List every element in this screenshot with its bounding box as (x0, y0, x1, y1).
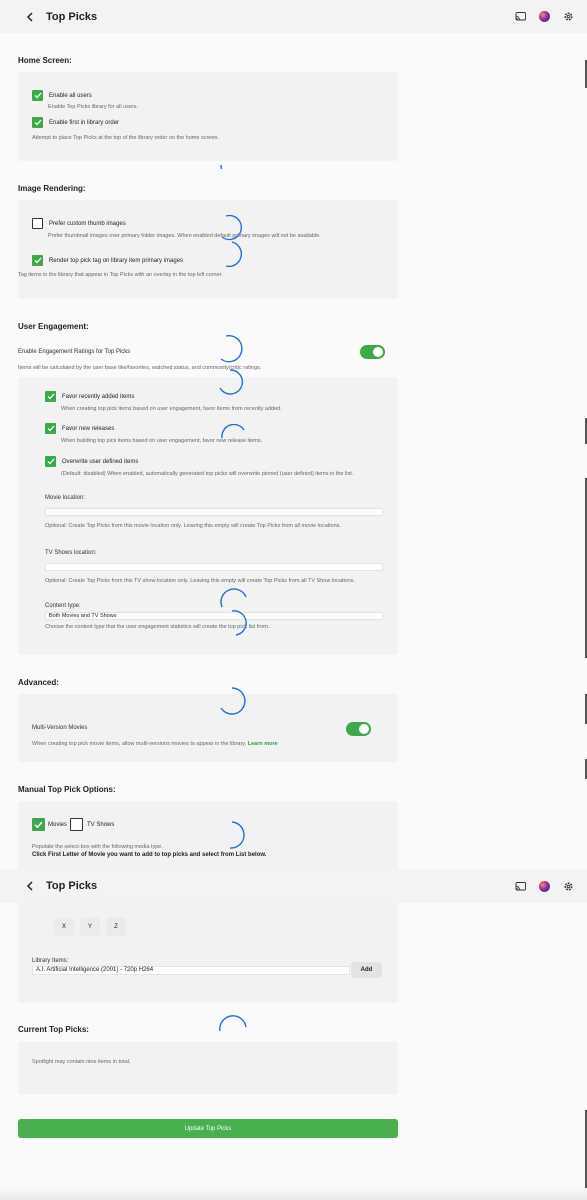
media-type-row: Movies TV Shows (32, 818, 114, 831)
home-screen-note: Attempt to place Top Picks at the top of… (32, 135, 219, 141)
tv-location-input[interactable] (45, 563, 383, 571)
letter-instruction: Click First Letter of Movie you want to … (32, 852, 267, 858)
content-type-label: Content type: (45, 603, 81, 609)
current-top-picks-title: Current Top Picks: (18, 1025, 89, 1034)
settings-gear-icon[interactable] (562, 880, 574, 892)
favor-new-checkbox[interactable] (45, 423, 56, 434)
tv-location-label: TV Shows location: (45, 550, 97, 556)
enable-all-users-label: Enable all users (49, 92, 92, 99)
favor-new-label: Favor new releases (62, 425, 115, 432)
learn-more-link[interactable]: Learn more (248, 741, 278, 747)
user-avatar-icon[interactable] (538, 11, 550, 23)
back-arrow-icon[interactable] (24, 880, 36, 892)
page-title: Top Picks (46, 10, 98, 23)
enable-first-checkbox[interactable] (32, 117, 43, 128)
top-bar-overlay: Top Picks (0, 869, 587, 903)
library-items-select[interactable]: A.I. Artificial Intelligence (2001) - 72… (32, 966, 350, 975)
movie-location-label: Movie location: (45, 495, 86, 501)
cast-icon[interactable] (514, 880, 526, 892)
content-type-desc: Choose the content type that the user en… (45, 624, 270, 630)
library-items-label: Library Items: (32, 958, 69, 964)
multi-version-desc-row: When creating top pick movie items, allo… (32, 740, 278, 748)
loading-spinner-icon (219, 1015, 247, 1032)
favor-recent-checkbox[interactable] (45, 391, 56, 402)
letter-button-z[interactable]: Z (106, 918, 126, 936)
cast-icon[interactable] (514, 11, 526, 23)
image-rendering-note: Tag items in the library that appear in … (18, 272, 223, 278)
overwrite-row[interactable]: Overwrite user defined items (45, 456, 138, 467)
user-engagement-card: Favor recently added items When creating… (18, 377, 398, 655)
user-engagement-title: User Engagement: (18, 322, 89, 331)
engagement-toggle-label: Enable Engagement Ratings for Top Picks (18, 349, 131, 355)
enable-first-row[interactable]: Enable first in library order (32, 117, 119, 128)
favor-recent-label: Favor recently added items (62, 393, 135, 400)
home-screen-card: Enable all users Enable Top Picks librar… (18, 72, 398, 161)
current-top-picks-card: Spotlight may contain nine items in tota… (18, 1042, 398, 1094)
engagement-toggle-desc: Items will be calculated by the user bas… (18, 365, 262, 371)
home-screen-title: Home Screen: (18, 56, 72, 65)
tv-shows-label: TV Shows (87, 821, 115, 828)
populate-desc: Populate the select-box with the followi… (32, 844, 163, 850)
prefer-custom-label: Prefer custom thumb images (49, 220, 126, 227)
favor-new-row[interactable]: Favor new releases (45, 423, 114, 434)
enable-all-users-checkbox[interactable] (32, 90, 43, 101)
render-tag-checkbox[interactable] (32, 255, 43, 266)
tv-shows-checkbox[interactable] (70, 818, 84, 831)
enable-all-users-desc: Enable Top Picks library for all users. (48, 104, 139, 110)
multi-version-desc: When creating top pick movie items, allo… (32, 741, 247, 747)
loading-spinner-icon (220, 334, 243, 363)
multi-version-toggle[interactable] (346, 722, 371, 736)
page-title: Top Picks (46, 880, 98, 892)
top-bar: Top Picks (0, 0, 587, 33)
image-rendering-title: Image Rendering: (18, 184, 86, 193)
advanced-title: Advanced: (18, 678, 59, 687)
update-top-picks-button[interactable]: Update Top Picks (18, 1119, 398, 1138)
advanced-card: Multi-Version Movies When creating top p… (18, 694, 398, 762)
prefer-custom-desc: Prefer thumbnail images over primary fol… (48, 233, 321, 239)
movies-label: Movies (48, 821, 68, 828)
enable-first-label: Enable first in library order (49, 119, 120, 126)
favor-recent-row[interactable]: Favor recently added items (45, 391, 134, 402)
overwrite-label: Overwrite user defined items (62, 458, 139, 465)
current-top-picks-note: Spotlight may contain nine items in tota… (32, 1059, 131, 1065)
user-avatar-icon[interactable] (538, 880, 550, 892)
movies-checkbox[interactable] (32, 818, 45, 831)
overwrite-desc: (Default: disabled) When enabled, automa… (61, 471, 354, 477)
letter-button-y[interactable]: Y (80, 918, 100, 936)
render-tag-row[interactable]: Render top pick tag on library item prim… (32, 255, 183, 266)
add-button[interactable]: Add (351, 962, 382, 978)
image-rendering-card: Prefer custom thumb images Prefer thumbn… (18, 200, 398, 299)
content-type-select[interactable]: Both Movies and TV Shows (45, 612, 383, 620)
multi-version-label: Multi-Version Movies (32, 725, 88, 731)
bottom-edge (0, 1188, 587, 1200)
enable-all-users-row[interactable]: Enable all users (32, 90, 92, 101)
back-arrow-icon[interactable] (24, 11, 36, 23)
overwrite-checkbox[interactable] (45, 456, 56, 467)
settings-gear-icon[interactable] (562, 11, 574, 23)
movie-location-desc: Optional: Create Top Picks from this mov… (45, 523, 341, 529)
letter-button-x[interactable]: X (54, 918, 74, 936)
movie-location-input[interactable] (45, 508, 383, 516)
prefer-custom-checkbox[interactable] (32, 218, 43, 229)
prefer-custom-row[interactable]: Prefer custom thumb images (32, 218, 126, 229)
engagement-toggle[interactable] (360, 345, 385, 359)
favor-recent-desc: When creating top pick items based on us… (61, 406, 282, 412)
favor-new-desc: When building top pick items based on us… (61, 438, 263, 444)
manual-options-title: Manual Top Pick Options: (18, 785, 116, 794)
render-tag-label: Render top pick tag on library item prim… (49, 257, 184, 264)
tv-location-desc: Optional: Create Top Picks from this TV … (45, 578, 356, 584)
